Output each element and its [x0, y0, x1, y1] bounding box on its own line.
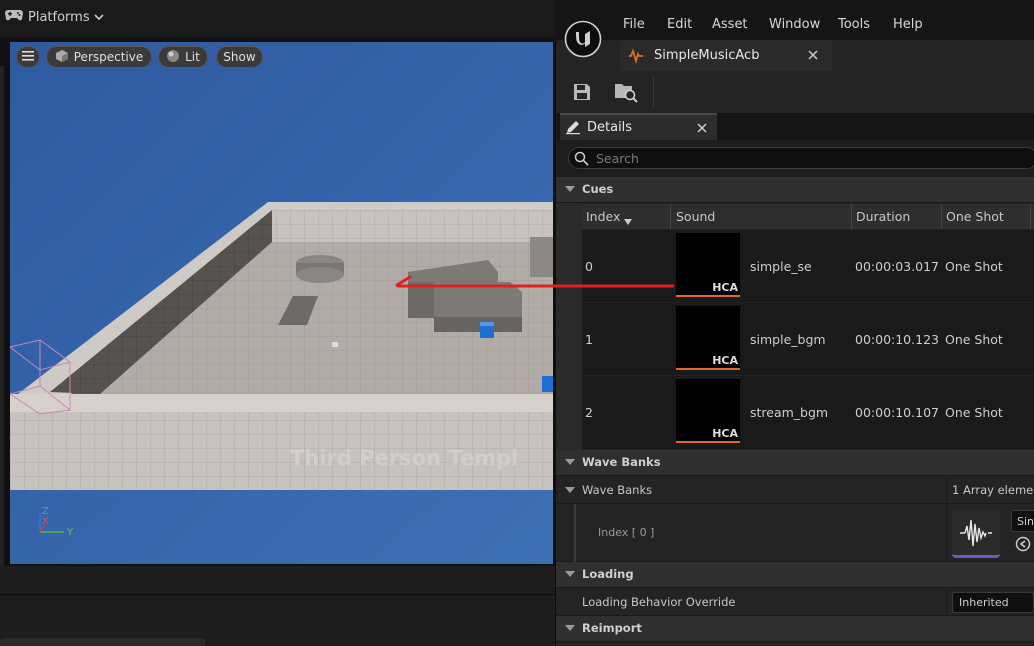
column-divider[interactable] — [851, 204, 852, 229]
cue-name: simple_bgm — [750, 332, 826, 347]
menu-window[interactable]: Window — [769, 17, 820, 32]
col-index[interactable]: Index — [586, 209, 620, 224]
column-divider[interactable] — [670, 204, 671, 229]
cue-one-shot: One Shot — [945, 405, 1003, 420]
loading-category[interactable]: Loading — [556, 562, 1034, 588]
collapse-arrow-icon — [565, 459, 575, 465]
perspective-button[interactable]: Perspective — [46, 46, 152, 68]
axis-x-label: X — [42, 516, 49, 527]
asset-toolbar — [556, 71, 1034, 114]
waveform-icon — [959, 517, 993, 552]
column-divider[interactable] — [1030, 204, 1031, 229]
search-icon — [574, 151, 589, 169]
reimport-category[interactable]: Reimport — [556, 616, 1034, 642]
menu-help[interactable]: Help — [893, 17, 923, 32]
expand-arrow-icon[interactable] — [565, 487, 575, 493]
format-badge: HCA — [712, 281, 738, 294]
asset-tab-label: SimpleMusicAcb — [654, 48, 760, 63]
table-row[interactable]: 1 HCA simple_bgm 00:00:10.123 One Shot — [582, 303, 1034, 376]
menu-file[interactable]: File — [623, 17, 645, 32]
loading-behavior-label: Loading Behavior Override — [582, 595, 736, 609]
details-tab-label: Details — [587, 120, 633, 135]
wave-banks-category-label: Wave Banks — [582, 455, 661, 469]
close-details-icon[interactable] — [697, 122, 707, 136]
menu-tools[interactable]: Tools — [838, 17, 870, 32]
wave-banks-category[interactable]: Wave Banks — [556, 450, 1034, 476]
collapse-arrow-icon — [565, 625, 575, 631]
sound-thumbnail[interactable]: HCA — [676, 306, 740, 370]
cues-category[interactable]: Cues — [556, 177, 1034, 203]
browse-asset-icon[interactable] — [614, 81, 638, 106]
cue-duration: 00:00:10.107 — [855, 405, 939, 420]
pencil-icon — [565, 119, 581, 138]
chevron-down-icon — [94, 10, 104, 25]
sound-cue-icon — [628, 48, 644, 67]
loading-category-label: Loading — [582, 567, 634, 581]
table-row[interactable]: 2 HCA stream_bgm 00:00:10.107 One Shot — [582, 376, 1034, 450]
cue-name: stream_bgm — [750, 405, 829, 420]
wave-banks-array-row[interactable]: Wave Banks 1 Array elements — [556, 476, 1034, 504]
wave-bank-element-row[interactable]: Index [ 0 ] Sin — [556, 504, 1034, 562]
level-viewport[interactable] — [10, 42, 553, 564]
cue-one-shot: One Shot — [945, 332, 1003, 347]
unreal-logo-icon — [564, 20, 602, 61]
col-duration[interactable]: Duration — [856, 209, 910, 224]
menu-edit[interactable]: Edit — [667, 17, 692, 32]
annotation-arrow — [395, 275, 675, 288]
show-label: Show — [223, 50, 256, 64]
cue-duration: 00:00:10.123 — [855, 332, 939, 347]
scene-text: Third Person Templ — [290, 446, 519, 470]
wave-banks-count: 1 Array elements — [952, 483, 1034, 497]
cue-name: simple_se — [750, 259, 812, 274]
cube-icon — [55, 49, 69, 66]
sort-desc-icon[interactable] — [624, 214, 632, 228]
wave-bank-thumbnail[interactable] — [952, 510, 1000, 558]
hamburger-icon — [22, 50, 34, 64]
asset-tab[interactable]: SimpleMusicAcb — [620, 40, 832, 71]
cues-category-label: Cues — [582, 182, 614, 196]
wave-banks-label: Wave Banks — [582, 483, 653, 497]
format-badge: HCA — [712, 427, 738, 440]
details-tab[interactable]: Details — [560, 113, 717, 140]
platforms-menu[interactable]: Platforms — [4, 8, 104, 26]
platforms-label: Platforms — [28, 9, 90, 25]
lit-button[interactable]: Lit — [158, 46, 208, 68]
axis-y-label: Y — [67, 527, 74, 538]
cue-index: 2 — [585, 405, 593, 420]
use-selected-asset-icon[interactable] — [1015, 536, 1031, 555]
close-tab-icon[interactable] — [808, 49, 818, 63]
loading-behavior-dropdown[interactable]: Inherited — [952, 592, 1034, 613]
show-button[interactable]: Show — [216, 46, 263, 68]
table-gutter — [556, 203, 582, 450]
column-divider[interactable] — [941, 204, 942, 229]
bottom-panel — [0, 566, 555, 646]
collapse-arrow-icon — [565, 186, 575, 192]
format-badge: HCA — [712, 354, 738, 367]
cue-one-shot: One Shot — [945, 259, 1003, 274]
loading-behavior-value: Inherited — [959, 596, 1009, 609]
wave-bank-value: Sin — [1017, 515, 1034, 528]
cue-index: 1 — [585, 332, 593, 347]
col-sound[interactable]: Sound — [676, 209, 715, 224]
reimport-category-label: Reimport — [582, 621, 642, 635]
search-placeholder: Search — [596, 151, 639, 166]
lit-label: Lit — [185, 50, 200, 64]
loading-behavior-row[interactable]: Loading Behavior Override Inherited — [556, 588, 1034, 616]
wave-bank-asset-field[interactable]: Sin — [1011, 510, 1034, 532]
details-search-input[interactable]: Search — [568, 147, 1034, 169]
sound-thumbnail[interactable]: HCA — [676, 233, 740, 297]
cue-duration: 00:00:03.017 — [855, 259, 939, 274]
lit-sphere-icon — [166, 49, 180, 66]
col-one-shot[interactable]: One Shot — [946, 209, 1004, 224]
gamepad-icon — [4, 8, 24, 26]
save-icon[interactable] — [572, 82, 592, 105]
perspective-label: Perspective — [73, 50, 144, 64]
collapse-arrow-icon — [565, 571, 575, 577]
viewport-menu-button[interactable] — [16, 46, 40, 68]
sound-thumbnail[interactable]: HCA — [676, 379, 740, 443]
menu-asset[interactable]: Asset — [712, 17, 748, 32]
left-edge-panel — [0, 66, 4, 566]
wave-bank-index-label: Index [ 0 ] — [598, 526, 655, 539]
